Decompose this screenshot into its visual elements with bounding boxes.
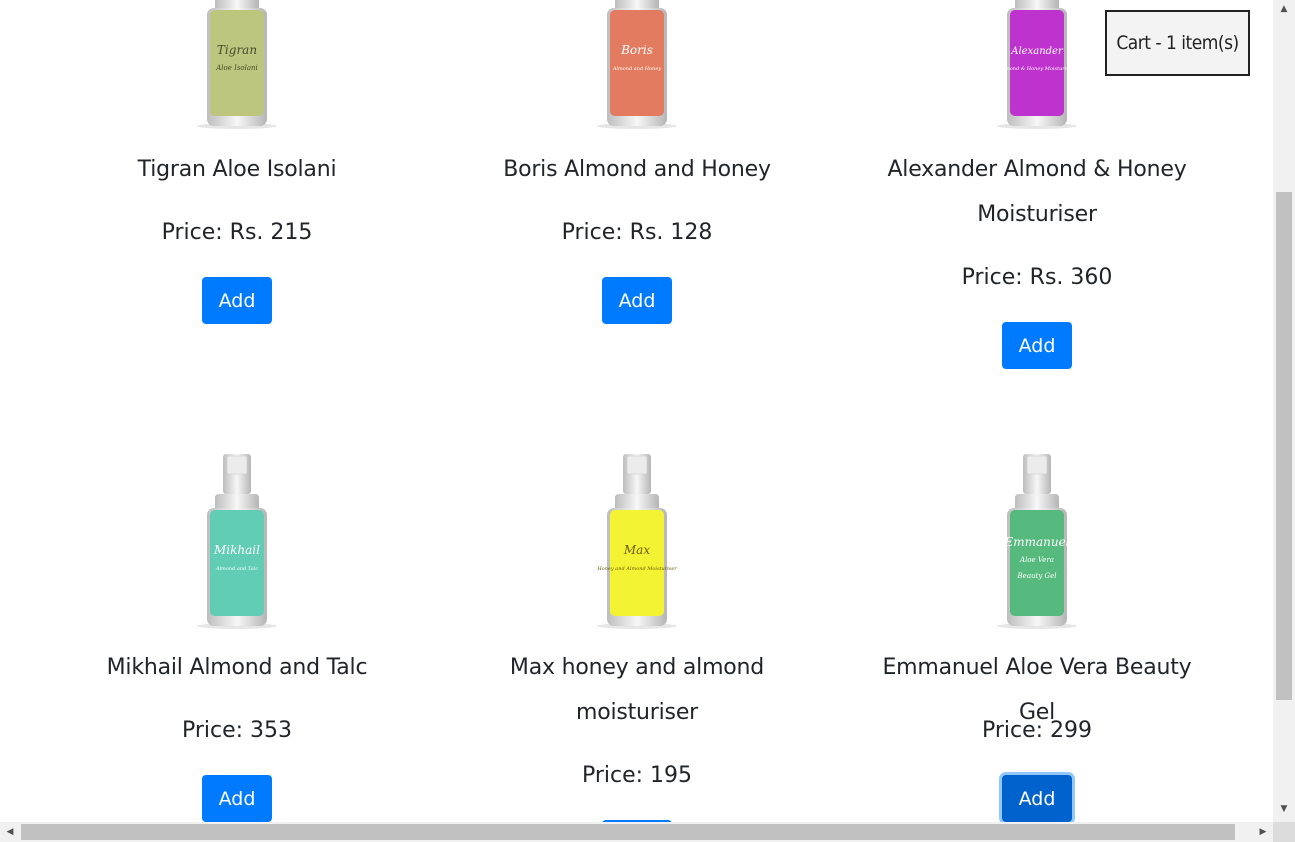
svg-text:Boris: Boris [620,43,653,57]
product-image: Boris Almond and Honey [597,0,677,130]
product-image: Alexander Almond & Honey Moisturiser [997,0,1077,130]
horizontal-scrollbar[interactable]: ◀ ▶ [0,822,1273,842]
svg-text:Beauty Gel: Beauty Gel [1017,572,1057,580]
scroll-left-arrow-icon[interactable]: ◀ [0,822,20,842]
product-image: Tigran Aloe Isolani [197,0,277,130]
add-button[interactable]: Add [202,775,272,822]
svg-text:Almond and Talc: Almond and Talc [215,566,258,572]
add-button[interactable]: Add [602,277,672,324]
scrollbar-corner [1273,822,1295,842]
vertical-scroll-thumb[interactable] [1276,192,1292,700]
product-price: Price: 299 [981,718,1093,743]
product-name: Tigran Aloe Isolani [137,157,337,182]
horizontal-scroll-thumb[interactable] [21,824,1235,840]
bottle-svg: Mikhail Almond and Talc [197,454,277,629]
svg-text:Almond & Honey Moisturiser: Almond & Honey Moisturiser [999,66,1075,72]
svg-text:Alexander: Alexander [1010,46,1064,57]
bottle-svg: Alexander Almond & Honey Moisturiser [997,0,1077,129]
product-image: Emmanuel Aloe Vera Beauty Gel [997,450,1077,630]
product-grid: Tigran Aloe Isolani Tigran Aloe Isolani P… [0,0,1273,822]
svg-text:Almond and Honey: Almond and Honey [612,66,662,72]
product-price: Price: Rs. 215 [161,220,313,245]
svg-text:Tigran: Tigran [217,43,257,57]
svg-text:Emmanuel: Emmanuel [1003,535,1069,549]
svg-text:Mikhail: Mikhail [213,543,260,557]
product-price: Price: 353 [181,718,293,743]
bottle-svg: Max Honey and Almond Moisturiser [597,454,677,629]
product-name: Max honey and almond moisturiser [509,655,765,725]
product-price: Price: Rs. 128 [561,220,713,245]
bottle-svg: Emmanuel Aloe Vera Beauty Gel [997,454,1077,629]
svg-text:Aloe Vera: Aloe Vera [1019,556,1054,564]
product-name: Boris Almond and Honey [503,157,771,182]
scroll-down-arrow-icon[interactable]: ▼ [1273,800,1295,818]
svg-text:Max: Max [623,543,650,557]
product-price: Price: Rs. 360 [961,265,1113,290]
add-button[interactable]: Add [1002,775,1072,822]
svg-text:Aloe Isolani: Aloe Isolani [215,64,258,72]
vertical-scrollbar[interactable]: ▲ ▼ [1273,0,1295,822]
product-name: Mikhail Almond and Talc [106,655,368,680]
cart-button[interactable]: Cart - 1 item(s) [1105,10,1250,76]
svg-text:Honey and Almond Moisturiser: Honey and Almond Moisturiser [597,566,677,572]
bottle-svg: Tigran Aloe Isolani [197,0,277,129]
product-image: Mikhail Almond and Talc [197,450,277,630]
product-price: Price: 195 [581,763,693,788]
scroll-right-arrow-icon[interactable]: ▶ [1253,822,1273,842]
scroll-up-arrow-icon[interactable]: ▲ [1273,0,1295,18]
product-name: Alexander Almond & Honey Moisturiser [887,157,1187,227]
add-button[interactable]: Add [1002,322,1072,369]
add-button[interactable]: Add [202,277,272,324]
bottle-svg: Boris Almond and Honey [597,0,677,129]
product-image: Max Honey and Almond Moisturiser [597,450,677,630]
